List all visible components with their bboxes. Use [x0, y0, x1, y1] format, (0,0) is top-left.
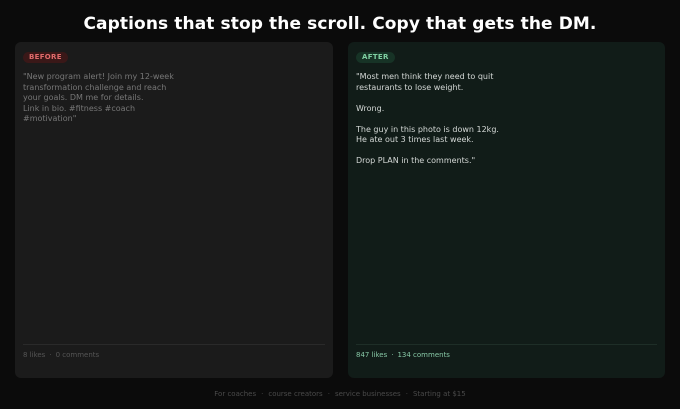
before-badge: BEFORE — [23, 52, 68, 63]
before-comments: 0 comments — [55, 351, 100, 359]
after-likes: 847 likes — [356, 351, 388, 359]
after-stats-separator: · — [391, 351, 394, 359]
footer-item-service-businesses: service businesses — [334, 390, 401, 398]
footer-separator: · — [327, 390, 330, 398]
headline: Captions that stop the scroll. Copy that… — [83, 14, 597, 34]
footer: For coaches · course creators · service busi… — [0, 389, 680, 399]
after-caption: "Most men think they need to quit restau… — [356, 72, 499, 165]
footer-item-course-creators: course creators — [268, 390, 323, 398]
before-stats: 8 likes · 0 comments — [23, 350, 99, 360]
before-card: BEFORE "New program alert! Join my 12-we… — [15, 42, 333, 378]
after-card: AFTER "Most men think they need to quit … — [348, 42, 665, 378]
before-stats-separator: · — [49, 351, 52, 359]
footer-separator: · — [261, 390, 264, 398]
before-divider — [23, 344, 325, 345]
after-badge: AFTER — [356, 52, 395, 63]
footer-item-coaches: For coaches — [214, 390, 257, 398]
after-stats: 847 likes · 134 comments — [356, 350, 450, 360]
footer-separator: · — [405, 390, 408, 398]
before-likes: 8 likes — [23, 351, 46, 359]
footer-item-pricing: Starting at $15 — [412, 390, 466, 398]
after-divider — [356, 344, 657, 345]
before-caption: "New program alert! Join my 12-week tran… — [23, 72, 174, 123]
after-comments: 134 comments — [397, 351, 450, 359]
